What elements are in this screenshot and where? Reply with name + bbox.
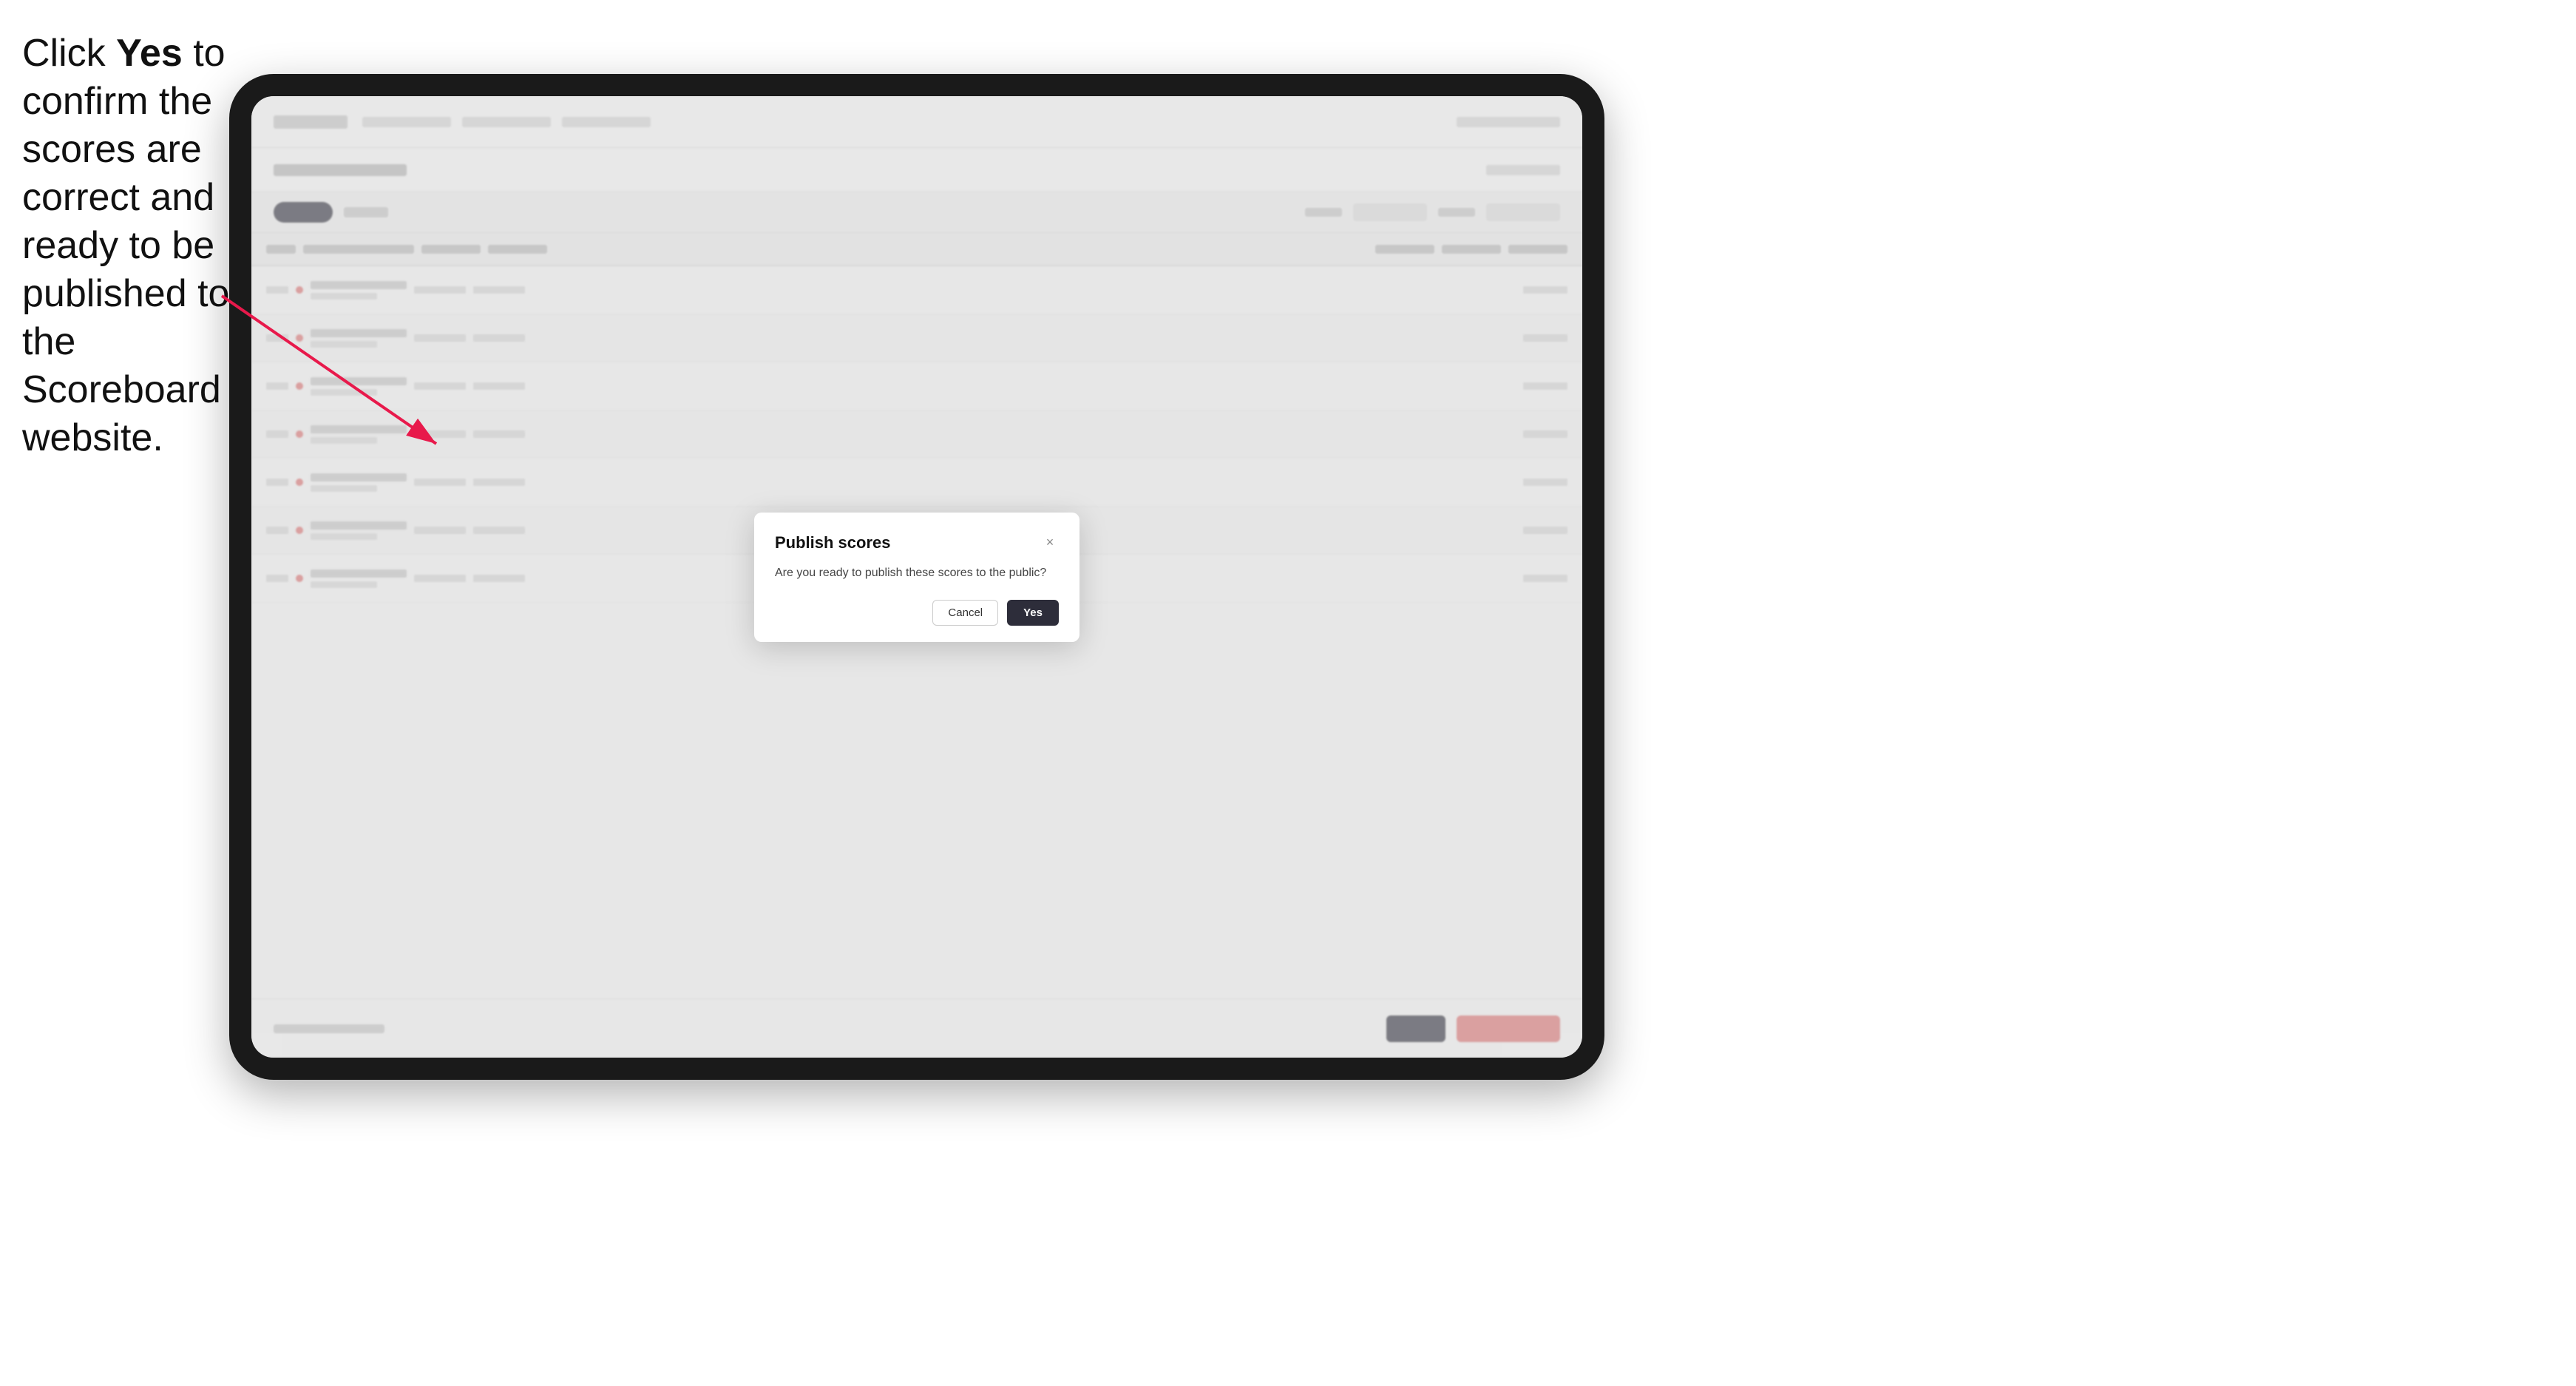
instruction-text: Click Yes to confirm the scores are corr…: [22, 30, 237, 462]
modal-footer: Cancel Yes: [775, 600, 1059, 626]
tablet-screen: Publish scores × Are you ready to publis…: [251, 96, 1582, 1058]
modal-close-button[interactable]: ×: [1041, 534, 1059, 552]
modal-overlay: Publish scores × Are you ready to publis…: [251, 96, 1582, 1058]
modal-body-text: Are you ready to publish these scores to…: [775, 564, 1059, 582]
tablet-device: Publish scores × Are you ready to publis…: [229, 74, 1604, 1080]
yes-emphasis: Yes: [116, 32, 183, 75]
publish-scores-modal: Publish scores × Are you ready to publis…: [754, 513, 1079, 642]
modal-title: Publish scores: [775, 533, 891, 552]
cancel-button[interactable]: Cancel: [932, 600, 998, 626]
yes-button[interactable]: Yes: [1007, 600, 1059, 626]
modal-header: Publish scores ×: [775, 533, 1059, 552]
